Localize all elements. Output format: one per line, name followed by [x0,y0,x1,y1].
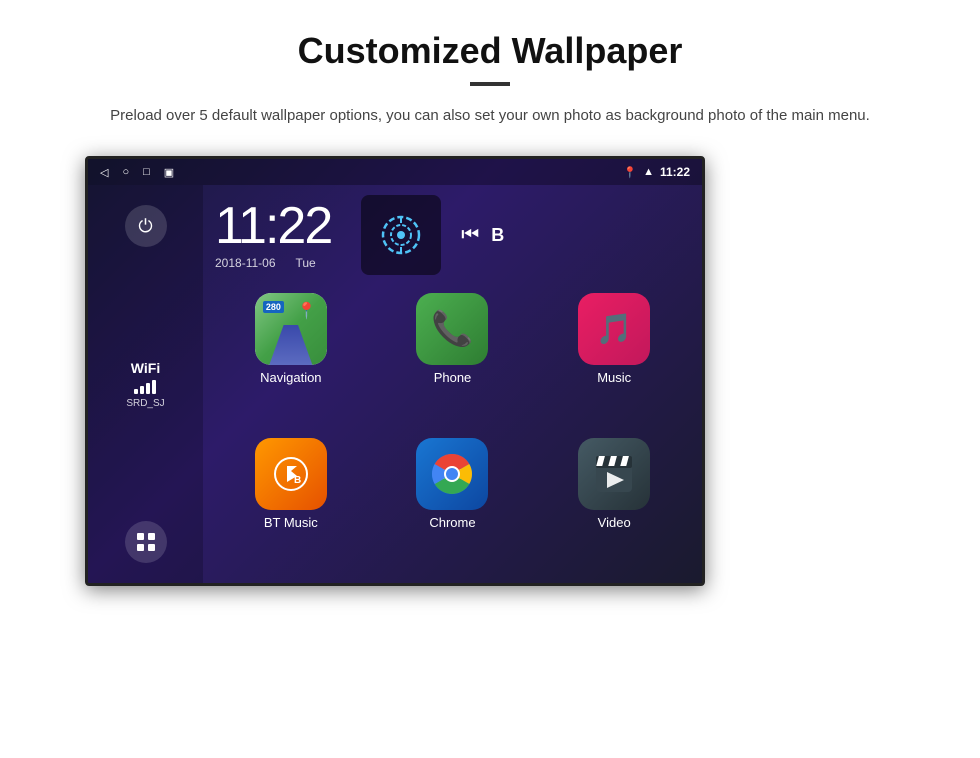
recents-icon[interactable]: □ [143,166,150,178]
clock-block: 11:22 2018-11-06 Tue [215,200,331,270]
prev-track-icon[interactable]: ⏮ [461,224,479,247]
page-wrapper: Customized Wallpaper Preload over 5 defa… [0,0,980,606]
wifi-block: WiFi SRD_SJ [126,360,164,409]
video-icon [578,438,650,510]
phone-label: Phone [434,370,472,385]
status-bar-left: ◁ ○ □ ▣ [100,166,174,179]
device-container: ◁ ○ □ ▣ 📍 ▲ 11:22 ⏻ WiFi [85,156,895,586]
wallpaper-ice[interactable] [702,185,705,374]
svg-text:B: B [294,475,301,486]
clock-area: 11:22 2018-11-06 Tue [215,195,690,275]
navigation-label: Navigation [260,370,321,385]
apps-button[interactable] [125,521,167,563]
app-item-btmusic[interactable]: B BT Music [215,438,367,573]
nav-icon-inner: 280 📍 [255,293,327,365]
music-symbol: 🎵 [595,312,632,347]
nav-badge: 280 [263,301,284,313]
bt-music-icon: B [255,438,327,510]
page-description: Preload over 5 default wallpaper options… [100,104,880,128]
chrome-icon [416,438,488,510]
title-divider [470,82,510,86]
wifi-bar-4 [152,380,156,394]
btmusic-label: BT Music [264,515,318,530]
navigation-icon: 280 📍 [255,293,327,365]
music-icon: 🎵 [578,293,650,365]
android-screen: ◁ ○ □ ▣ 📍 ▲ 11:22 ⏻ WiFi [85,156,705,586]
app-item-phone[interactable]: 📞 Phone [377,293,529,428]
bt-music-svg: B [273,456,309,492]
sidebar: ⏻ WiFi SRD_SJ [88,185,203,583]
wallpaper-previews: CarSetting [702,185,705,586]
bluetooth-label: B [491,225,504,246]
nav-pin-icon: 📍 [297,301,317,321]
bridge-svg [702,432,705,586]
wallpaper-bridge[interactable]: CarSetting [702,432,705,586]
power-button[interactable]: ⏻ [125,205,167,247]
phone-icon: 📞 [416,293,488,365]
phone-symbol: 📞 [431,309,473,349]
location-icon: 📍 [623,166,637,179]
clock-date-value: 2018-11-06 [215,256,276,270]
status-bar-right: 📍 ▲ 11:22 [623,165,690,179]
status-time: 11:22 [660,165,690,179]
wifi-bar-2 [140,386,144,394]
chrome-svg [430,452,474,496]
video-label: Video [598,515,631,530]
wallpaper-red[interactable] [702,378,705,428]
video-svg [592,452,636,496]
back-icon[interactable]: ◁ [100,166,108,179]
app-item-chrome[interactable]: Chrome [377,438,529,573]
wifi-label: WiFi [126,360,164,376]
status-bar: ◁ ○ □ ▣ 📍 ▲ 11:22 [88,159,702,185]
main-area: 11:22 2018-11-06 Tue [203,185,702,583]
chrome-label: Chrome [429,515,475,530]
wifi-bars [126,380,164,394]
home-icon[interactable]: ○ [122,166,129,178]
screenshot-icon: ▣ [164,166,174,179]
wifi-ssid: SRD_SJ [126,398,164,409]
clock-time: 11:22 [215,200,331,252]
media-icon-box [361,195,441,275]
app-item-video[interactable]: Video [538,438,690,573]
wifi-bar-3 [146,383,150,394]
screen-body: ⏻ WiFi SRD_SJ [88,185,702,583]
clock-date: 2018-11-06 Tue [215,256,331,270]
media-controls: ⏮ B [461,224,504,247]
app-item-music[interactable]: 🎵 Music [538,293,690,428]
page-title: Customized Wallpaper [60,30,920,72]
wifi-bar-1 [134,389,138,394]
wifi-status-icon: ▲ [643,166,654,178]
app-grid: 280 📍 Navigation 📞 Phone [215,293,690,573]
nav-road [255,325,327,365]
music-label: Music [597,370,631,385]
app-item-navigation[interactable]: 280 📍 Navigation [215,293,367,428]
clock-day: Tue [296,256,316,270]
